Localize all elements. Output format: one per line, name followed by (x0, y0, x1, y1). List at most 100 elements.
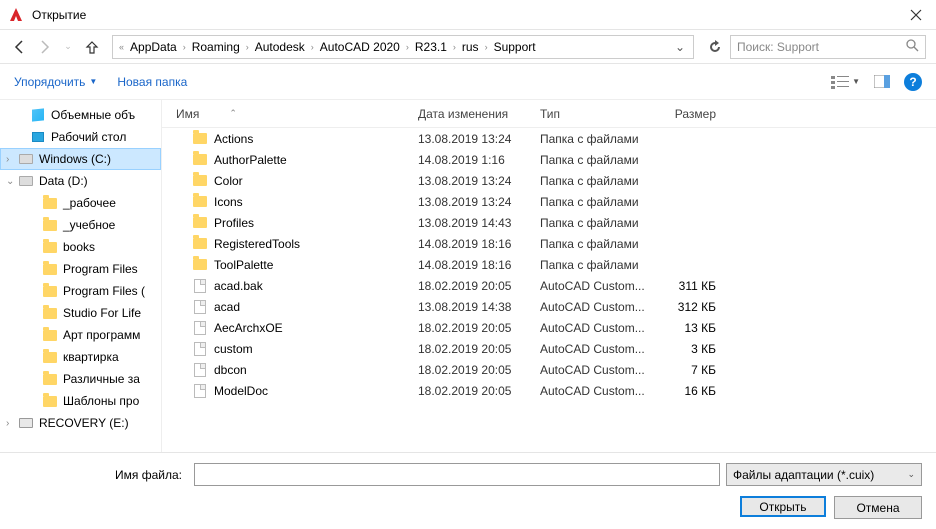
toolbar: Упорядочить▼ Новая папка ▼ ? (0, 64, 936, 100)
breadcrumb-bar[interactable]: « AppData› Roaming› Autodesk› AutoCAD 20… (112, 35, 694, 59)
file-name: dbcon (214, 363, 247, 377)
file-row[interactable]: Color13.08.2019 13:24Папка с файлами (162, 170, 936, 191)
tree-item[interactable]: Арт программ (0, 324, 161, 346)
tree-item[interactable]: квартирка (0, 346, 161, 368)
file-list: Actions13.08.2019 13:24Папка с файламиAu… (162, 128, 936, 401)
tree-item[interactable]: Program Files (0, 258, 161, 280)
refresh-button[interactable] (704, 36, 726, 58)
tree-item[interactable]: Studio For Life (0, 302, 161, 324)
crumb-autodesk[interactable]: Autodesk (251, 40, 309, 54)
tree-label: квартирка (63, 350, 119, 364)
file-size: 3 КБ (656, 342, 726, 356)
close-button[interactable] (904, 3, 928, 27)
column-type[interactable]: Тип (540, 107, 656, 121)
open-button[interactable]: Открыть (740, 496, 826, 517)
expand-icon[interactable]: › (6, 154, 18, 165)
file-name: Icons (214, 195, 243, 209)
up-button[interactable] (82, 37, 102, 57)
file-row[interactable]: acad.bak18.02.2019 20:05AutoCAD Custom..… (162, 275, 936, 296)
tree-label: Объемные объ (51, 108, 135, 122)
file-row[interactable]: Icons13.08.2019 13:24Папка с файлами (162, 191, 936, 212)
file-type: Папка с файлами (540, 195, 656, 209)
file-type: AutoCAD Custom... (540, 300, 656, 314)
crumb-support[interactable]: Support (490, 40, 540, 54)
navigation-tree: Объемные объ Рабочий стол›Windows (C:)⌄Da… (0, 100, 162, 452)
file-type: Папка с файлами (540, 237, 656, 251)
file-type: Папка с файлами (540, 132, 656, 146)
file-type: AutoCAD Custom... (540, 342, 656, 356)
folder-icon (192, 173, 208, 189)
folder-icon (42, 393, 58, 409)
column-date[interactable]: Дата изменения (418, 107, 540, 121)
chevron-down-icon: ⌄ (907, 469, 915, 480)
tree-item[interactable]: ⌄Data (D:) (0, 170, 161, 192)
filename-input[interactable] (194, 463, 720, 486)
obj-icon (30, 107, 46, 123)
file-name: Color (214, 174, 243, 188)
view-mode-button[interactable]: ▼ (831, 75, 860, 89)
tree-item[interactable]: _учебное (0, 214, 161, 236)
folder-icon (42, 239, 58, 255)
column-size[interactable]: Размер (656, 107, 726, 121)
tree-item[interactable]: books (0, 236, 161, 258)
tree-item[interactable]: Program Files ( (0, 280, 161, 302)
tree-label: Program Files (63, 262, 138, 276)
tree-label: RECOVERY (E:) (39, 416, 129, 430)
file-row[interactable]: ModelDoc18.02.2019 20:05AutoCAD Custom..… (162, 380, 936, 401)
crumb-autocad2020[interactable]: AutoCAD 2020 (316, 40, 404, 54)
search-input[interactable]: Поиск: Support (730, 35, 926, 59)
crumb-appdata[interactable]: AppData (126, 40, 181, 54)
tree-item[interactable]: _рабочее (0, 192, 161, 214)
tree-item[interactable]: ›Windows (C:) (0, 148, 161, 170)
cancel-button[interactable]: Отмена (834, 496, 922, 519)
expand-icon[interactable]: › (6, 418, 18, 429)
file-name: RegisteredTools (214, 237, 300, 251)
tree-item[interactable]: Шаблоны про (0, 390, 161, 412)
folder-icon (42, 305, 58, 321)
file-row[interactable]: RegisteredTools14.08.2019 18:16Папка с ф… (162, 233, 936, 254)
expand-icon[interactable]: ⌄ (6, 176, 18, 187)
file-row[interactable]: Actions13.08.2019 13:24Папка с файлами (162, 128, 936, 149)
recent-dropdown[interactable]: ⌄ (58, 37, 78, 57)
file-date: 13.08.2019 14:38 (418, 300, 540, 314)
breadcrumb-root-chevron[interactable]: « (117, 42, 126, 52)
file-name: AuthorPalette (214, 153, 287, 167)
file-row[interactable]: custom18.02.2019 20:05AutoCAD Custom...3… (162, 338, 936, 359)
tree-label: Шаблоны про (63, 394, 139, 408)
column-name[interactable]: Имя⌃ (162, 107, 418, 121)
filename-label: Имя файла: (14, 468, 188, 482)
tree-item[interactable]: Объемные объ (0, 104, 161, 126)
filetype-select[interactable]: Файлы адаптации (*.cuix) ⌄ (726, 463, 922, 486)
file-row[interactable]: ToolPalette14.08.2019 18:16Папка с файла… (162, 254, 936, 275)
tree-label: books (63, 240, 95, 254)
crumb-rus[interactable]: rus (458, 40, 483, 54)
file-name: AecArchxOE (214, 321, 283, 335)
file-row[interactable]: Profiles13.08.2019 14:43Папка с файлами (162, 212, 936, 233)
tree-label: _учебное (63, 218, 115, 232)
preview-pane-button[interactable] (874, 75, 890, 88)
folder-icon (42, 371, 58, 387)
breadcrumb-dropdown[interactable]: ⌄ (671, 40, 689, 54)
file-row[interactable]: AuthorPalette14.08.2019 1:16Папка с файл… (162, 149, 936, 170)
file-row[interactable]: acad13.08.2019 14:38AutoCAD Custom...312… (162, 296, 936, 317)
crumb-roaming[interactable]: Roaming (188, 40, 244, 54)
forward-button[interactable] (34, 37, 54, 57)
organize-button[interactable]: Упорядочить▼ (14, 75, 97, 89)
file-icon (192, 299, 208, 315)
tree-item[interactable]: Различные за (0, 368, 161, 390)
tree-item[interactable]: Рабочий стол (0, 126, 161, 148)
folder-icon (42, 349, 58, 365)
file-row[interactable]: AecArchxOE18.02.2019 20:05AutoCAD Custom… (162, 317, 936, 338)
file-list-area: Имя⌃ Дата изменения Тип Размер Actions13… (162, 100, 936, 452)
filetype-text: Файлы адаптации (*.cuix) (733, 468, 874, 482)
back-button[interactable] (10, 37, 30, 57)
tree-item[interactable]: › RECOVERY (E:) (0, 412, 161, 434)
crumb-r23[interactable]: R23.1 (411, 40, 451, 54)
file-row[interactable]: dbcon18.02.2019 20:05AutoCAD Custom...7 … (162, 359, 936, 380)
new-folder-button[interactable]: Новая папка (117, 75, 187, 89)
disk-icon (18, 151, 34, 167)
file-type: AutoCAD Custom... (540, 363, 656, 377)
help-button[interactable]: ? (904, 73, 922, 91)
file-icon (192, 320, 208, 336)
tree-label: Studio For Life (63, 306, 141, 320)
